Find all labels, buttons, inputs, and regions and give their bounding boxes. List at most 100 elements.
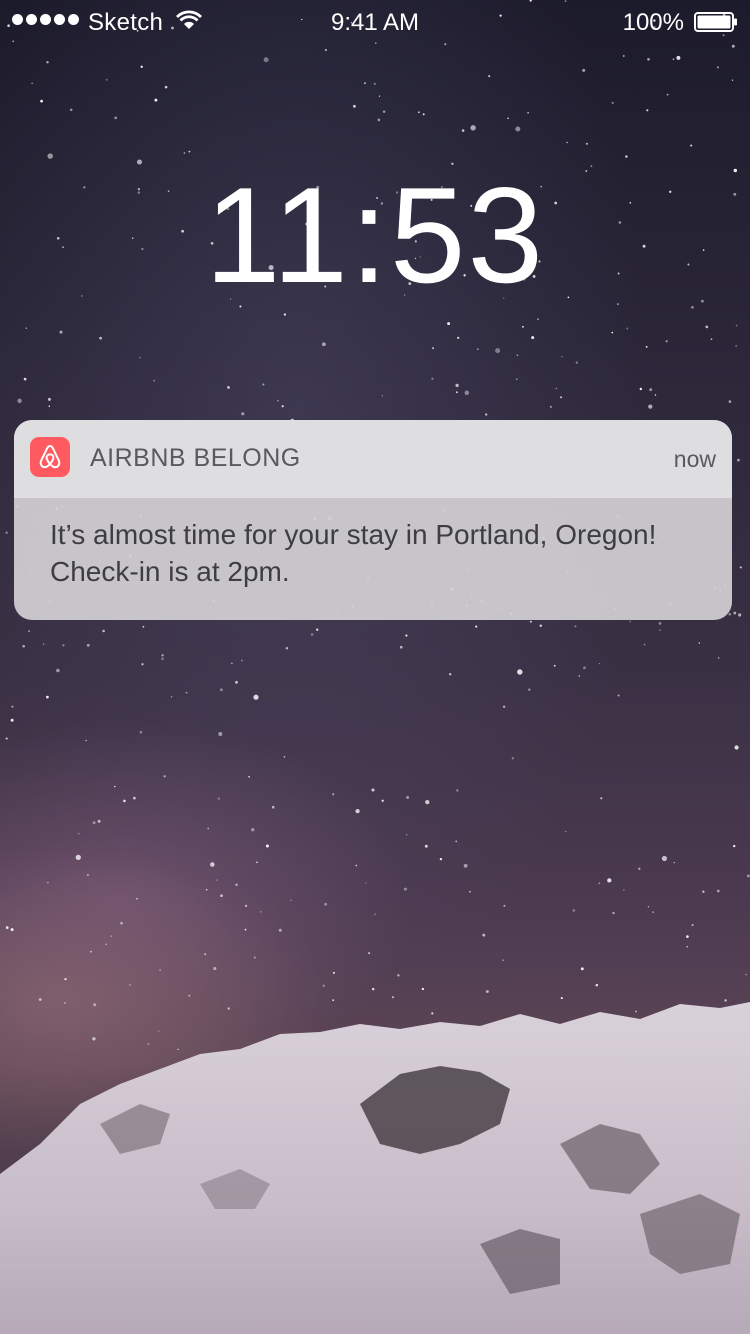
star (260, 911, 262, 913)
star (739, 566, 742, 569)
star (154, 98, 158, 102)
star (153, 379, 156, 382)
star (28, 630, 30, 633)
star (421, 987, 425, 991)
star (31, 82, 33, 85)
star (373, 82, 376, 85)
star (731, 44, 735, 48)
airbnb-notification[interactable]: AIRBNB BELONG now It’s almost time for y… (14, 420, 732, 620)
star (475, 625, 478, 628)
star (439, 857, 443, 861)
star (461, 129, 465, 132)
star (648, 404, 653, 409)
star (90, 951, 92, 953)
star (62, 644, 65, 647)
star (527, 111, 530, 114)
airbnb-logo-icon (30, 437, 70, 477)
star (598, 662, 601, 665)
star (241, 659, 243, 662)
star (600, 797, 603, 800)
star (517, 669, 523, 675)
star (705, 325, 709, 329)
star (102, 629, 105, 633)
star (365, 882, 367, 884)
star (582, 68, 586, 72)
star (580, 967, 584, 971)
star (378, 95, 381, 97)
star (431, 377, 434, 380)
star (574, 625, 577, 628)
star (332, 793, 335, 796)
star (447, 322, 451, 326)
star (381, 799, 384, 802)
star (456, 789, 459, 792)
star (622, 55, 625, 57)
star (422, 113, 425, 116)
star (399, 645, 403, 649)
star (227, 385, 230, 389)
star (251, 828, 255, 832)
star (352, 104, 356, 108)
star (277, 399, 279, 402)
star (22, 644, 25, 648)
battery-icon (694, 12, 737, 32)
star (235, 883, 238, 886)
star (718, 657, 720, 659)
star (522, 325, 524, 328)
star (485, 413, 488, 416)
star (138, 356, 141, 359)
star (170, 695, 173, 698)
star (220, 894, 223, 897)
star (256, 861, 258, 864)
star (733, 611, 737, 615)
star (86, 643, 90, 647)
star (47, 397, 51, 401)
star (738, 613, 742, 617)
star (735, 345, 737, 347)
star (406, 795, 410, 799)
star (271, 805, 275, 809)
star (161, 654, 164, 657)
star (716, 66, 719, 69)
star (673, 861, 675, 864)
star (502, 705, 506, 708)
star (205, 888, 208, 891)
star (654, 394, 657, 396)
star (140, 65, 143, 68)
star (710, 338, 713, 341)
star (210, 862, 215, 867)
star (698, 642, 701, 644)
star (262, 383, 265, 386)
star (218, 732, 223, 736)
star (99, 336, 103, 340)
star (511, 757, 514, 760)
notification-time: now (673, 446, 716, 472)
star (676, 55, 681, 60)
star (425, 799, 430, 805)
star (382, 110, 386, 113)
battery-percentage: 100% (622, 9, 684, 36)
star (263, 57, 269, 63)
star (142, 625, 145, 628)
star (626, 327, 629, 330)
star (607, 878, 612, 883)
star (639, 387, 643, 391)
star (25, 327, 28, 329)
star (355, 808, 360, 814)
star (69, 108, 73, 112)
star (11, 705, 14, 708)
star (455, 383, 459, 388)
star (397, 974, 400, 977)
star (652, 911, 655, 914)
star (585, 142, 588, 145)
star (403, 887, 407, 891)
star (43, 643, 45, 645)
star (515, 126, 521, 132)
star (253, 694, 259, 700)
star (612, 911, 615, 915)
star (503, 904, 506, 907)
star (539, 624, 543, 627)
star (78, 832, 80, 835)
star (649, 388, 653, 391)
star (216, 879, 218, 881)
